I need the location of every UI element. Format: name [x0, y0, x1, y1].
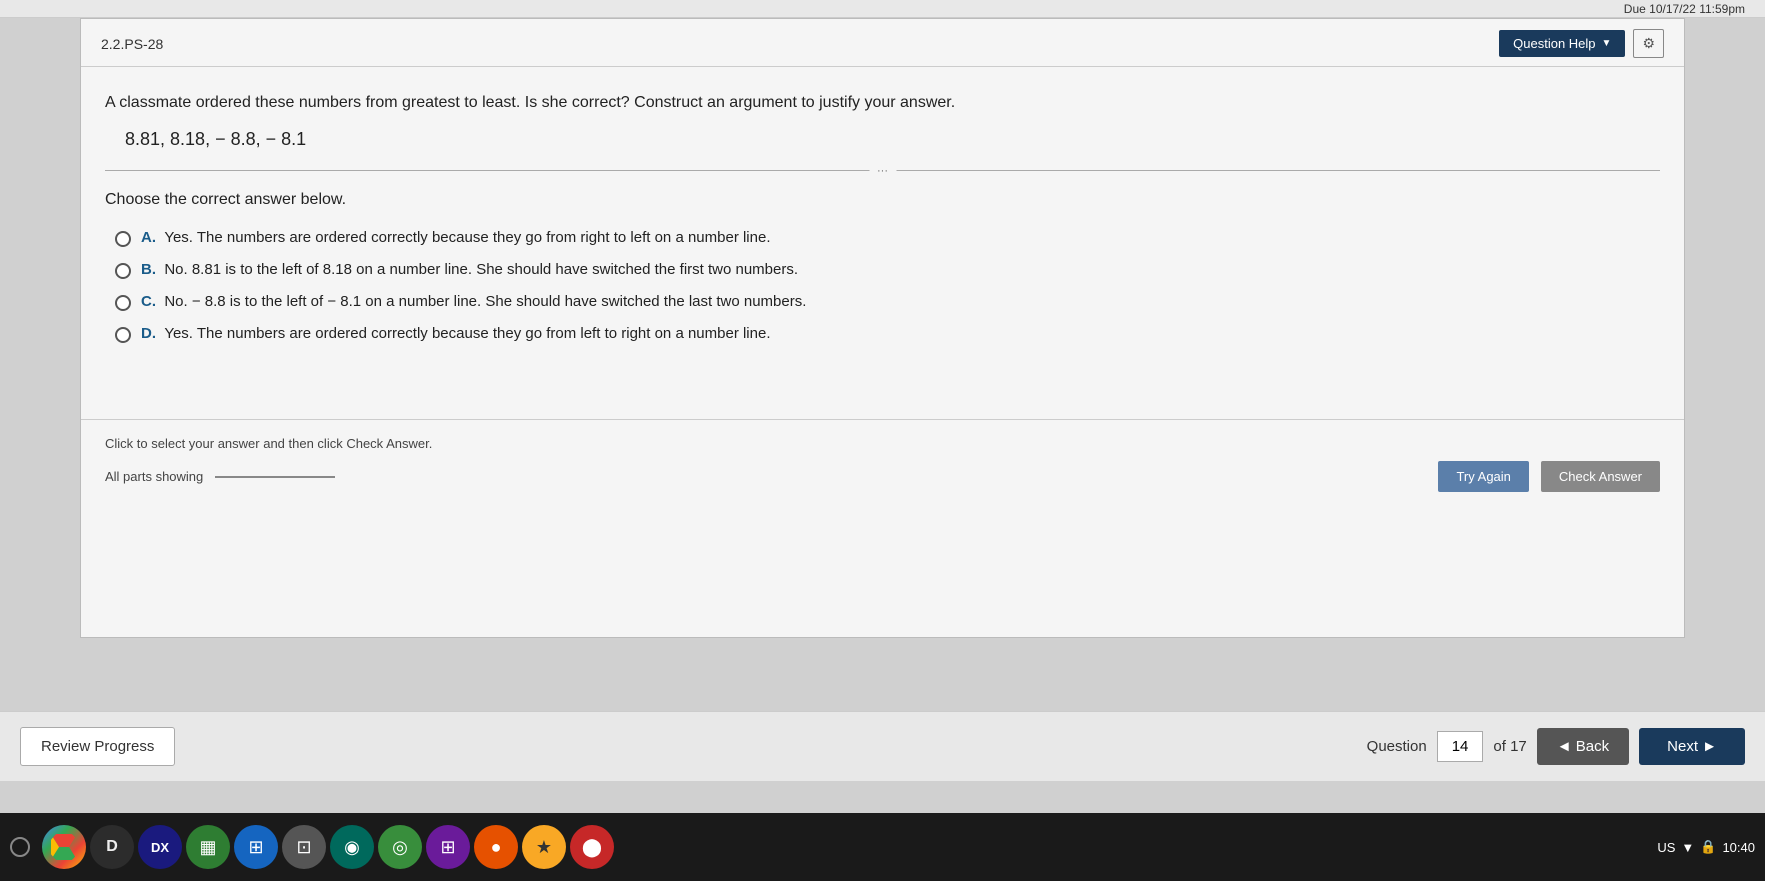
radio-a[interactable]: [115, 231, 131, 247]
locale-indicator: US: [1657, 840, 1675, 855]
option-c-text: C. No. − 8.8 is to the left of − 8.1 on …: [141, 293, 806, 310]
question-body: A classmate ordered these numbers from g…: [81, 67, 1684, 359]
option-a-letter: A.: [141, 229, 156, 246]
due-date: Due 10/17/22 11:59pm: [1624, 2, 1745, 16]
red-app-icon[interactable]: ⬤: [570, 825, 614, 869]
back-button[interactable]: ◄ Back: [1537, 728, 1629, 765]
gear-icon: ⚙: [1642, 35, 1655, 51]
question-header: 2.2.PS-28 Question Help ▼ ⚙: [81, 19, 1684, 67]
next-button[interactable]: Next ►: [1639, 728, 1745, 765]
question-nav: Question 14 of 17 ◄ Back Next ►: [1367, 728, 1745, 765]
option-a-text: A. Yes. The numbers are ordered correctl…: [141, 229, 771, 246]
question-help-button[interactable]: Question Help ▼: [1499, 30, 1625, 57]
radio-d[interactable]: [115, 327, 131, 343]
footer-nav: Review Progress Question 14 of 17 ◄ Back…: [0, 711, 1765, 781]
all-parts-label: All parts showing: [105, 469, 203, 484]
dictionary-icon[interactable]: D: [90, 825, 134, 869]
option-b-letter: B.: [141, 261, 156, 278]
network-icon: ▼: [1681, 840, 1694, 855]
current-question-number: 14: [1437, 731, 1484, 762]
choose-label: Choose the correct answer below.: [105, 191, 1660, 209]
green-app-icon[interactable]: ▦: [186, 825, 230, 869]
bottom-instruction: Click to select your answer and then cli…: [81, 419, 1684, 500]
check-answer-button[interactable]: Check Answer: [1541, 461, 1660, 492]
parts-row: All parts showing Try Again Check Answer: [105, 461, 1660, 492]
dx-icon[interactable]: DX: [138, 825, 182, 869]
radio-c[interactable]: [115, 295, 131, 311]
try-again-button[interactable]: Try Again: [1438, 461, 1528, 492]
action-buttons: Try Again Check Answer: [1438, 461, 1660, 492]
parts-line: [215, 476, 335, 478]
blue-app-icon[interactable]: ⊞: [234, 825, 278, 869]
answer-options: A. Yes. The numbers are ordered correctl…: [115, 229, 1660, 343]
gray-app-icon[interactable]: ⊡: [282, 825, 326, 869]
option-d[interactable]: D. Yes. The numbers are ordered correctl…: [115, 325, 1660, 343]
option-a[interactable]: A. Yes. The numbers are ordered correctl…: [115, 229, 1660, 247]
taskbar-circle: [10, 837, 30, 857]
top-bar: Due 10/17/22 11:59pm: [0, 0, 1765, 18]
numbers-display: 8.81, 8.18, − 8.8, − 8.1: [125, 129, 1660, 150]
divider-dots: ···: [869, 165, 896, 177]
header-right: Question Help ▼ ⚙: [1499, 29, 1664, 58]
taskbar-right: US ▼ 🔒 10:40: [1657, 839, 1755, 855]
option-c-letter: C.: [141, 293, 156, 310]
total-questions: of 17: [1493, 738, 1526, 755]
dropdown-arrow-icon: ▼: [1602, 38, 1612, 49]
parts-showing: All parts showing: [105, 469, 335, 484]
option-c[interactable]: C. No. − 8.8 is to the left of − 8.1 on …: [115, 293, 1660, 311]
settings-button[interactable]: ⚙: [1633, 29, 1664, 58]
battery-icon: 🔒: [1700, 839, 1716, 855]
yellow-app-icon[interactable]: ★: [522, 825, 566, 869]
review-progress-button[interactable]: Review Progress: [20, 727, 175, 766]
divider: ···: [105, 170, 1660, 171]
question-help-label: Question Help: [1513, 36, 1595, 51]
teal-app-icon[interactable]: ◉: [330, 825, 374, 869]
question-label: Question: [1367, 738, 1427, 755]
orange-app-icon[interactable]: ●: [474, 825, 518, 869]
purple-app-icon[interactable]: ⊞: [426, 825, 470, 869]
question-id: 2.2.PS-28: [101, 36, 163, 52]
chrome-svg: [51, 834, 77, 860]
click-instruction: Click to select your answer and then cli…: [105, 436, 1660, 451]
option-d-text: D. Yes. The numbers are ordered correctl…: [141, 325, 771, 342]
taskbar: D DX ▦ ⊞ ⊡ ◉ ◎ ⊞ ● ★ ⬤ US ▼ 🔒 10:40: [0, 813, 1765, 881]
green2-app-icon[interactable]: ◎: [378, 825, 422, 869]
radio-b[interactable]: [115, 263, 131, 279]
question-text: A classmate ordered these numbers from g…: [105, 91, 1660, 115]
clock: 10:40: [1722, 840, 1755, 855]
option-b[interactable]: B. No. 8.81 is to the left of 8.18 on a …: [115, 261, 1660, 279]
chrome-icon[interactable]: [42, 825, 86, 869]
option-d-letter: D.: [141, 325, 156, 342]
main-content: 2.2.PS-28 Question Help ▼ ⚙ A classmate …: [80, 18, 1685, 638]
option-b-text: B. No. 8.81 is to the left of 8.18 on a …: [141, 261, 798, 278]
